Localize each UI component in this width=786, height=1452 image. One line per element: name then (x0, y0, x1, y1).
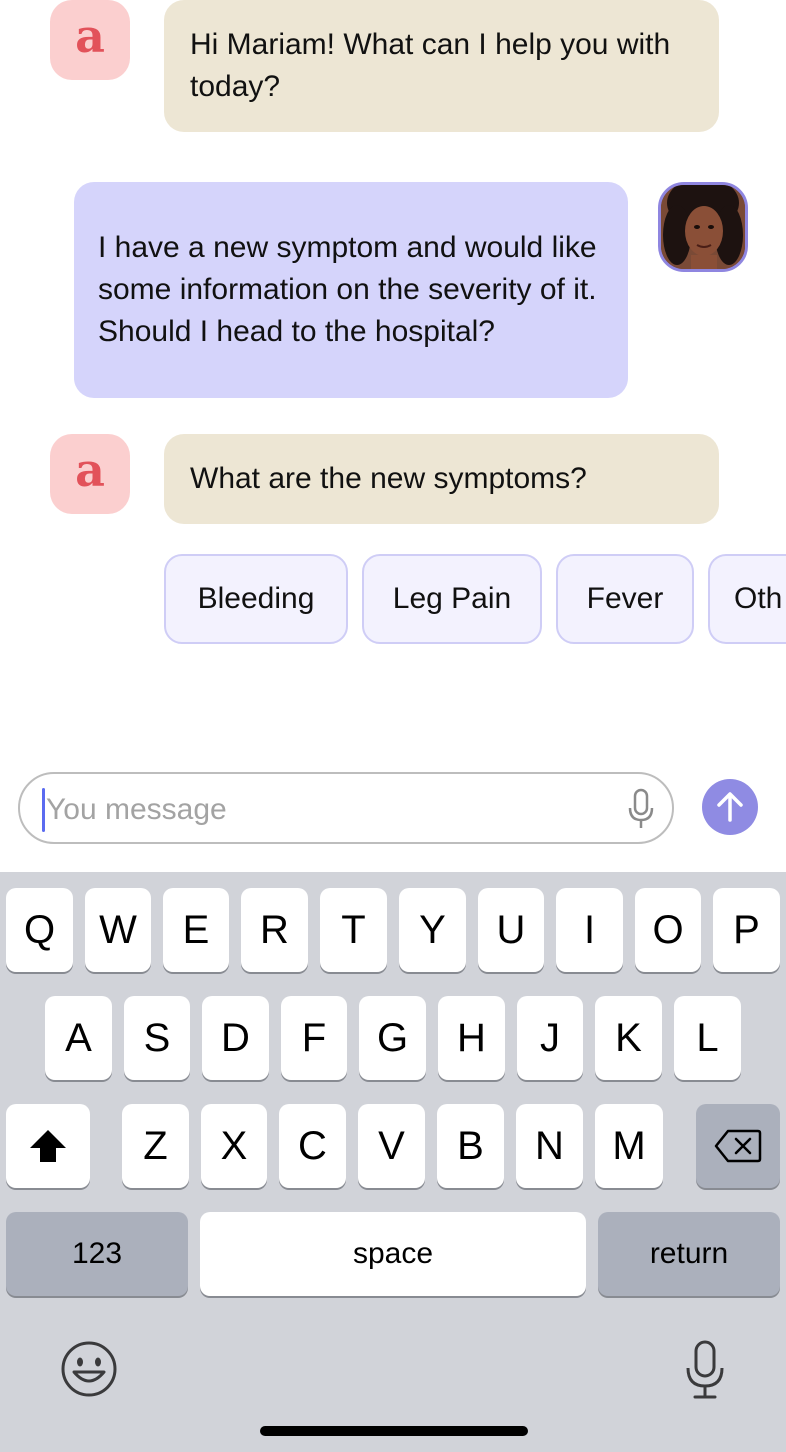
shift-icon (30, 1130, 66, 1162)
key-q[interactable]: Q (6, 888, 73, 972)
key-c[interactable]: C (279, 1104, 346, 1188)
key-label: F (301, 1015, 327, 1060)
key-a[interactable]: A (45, 996, 112, 1080)
key-label: H (457, 1015, 486, 1060)
key-label: U (496, 907, 526, 952)
space-key[interactable]: space (200, 1212, 586, 1296)
key-label: return (649, 1237, 729, 1270)
key-label: L (696, 1015, 719, 1060)
key-label: S (143, 1015, 171, 1060)
message-input-placeholder: You message (46, 793, 227, 826)
quick-reply-bleeding[interactable]: Bleeding (164, 554, 348, 644)
key-label: R (260, 907, 289, 952)
microphone-icon[interactable] (626, 788, 656, 830)
quick-reply-label: Fever (586, 582, 664, 615)
user-photo-icon (661, 185, 745, 269)
keyboard: Q W E R T Y U I O P A S D F G H J K L Z … (0, 872, 786, 1452)
numbers-key[interactable]: 123 (6, 1212, 188, 1296)
message-text: Hi Mariam! What can I help you with toda… (190, 28, 671, 103)
key-label: J (540, 1015, 560, 1060)
key-label: V (378, 1123, 405, 1168)
dictation-microphone-icon[interactable] (684, 1340, 726, 1400)
key-label: M (612, 1123, 646, 1168)
key-y[interactable]: Y (399, 888, 466, 972)
key-b[interactable]: B (437, 1104, 504, 1188)
key-label: O (652, 907, 684, 952)
user-avatar (658, 182, 748, 272)
key-label: Y (419, 907, 446, 952)
key-o[interactable]: O (635, 888, 701, 972)
key-j[interactable]: J (517, 996, 583, 1080)
emoji-icon[interactable] (60, 1340, 118, 1398)
delete-key[interactable] (696, 1104, 780, 1188)
quick-reply-label: Bleeding (197, 582, 315, 615)
key-label: X (220, 1123, 248, 1168)
key-label: I (583, 907, 596, 952)
key-label: T (341, 907, 366, 952)
key-g[interactable]: G (359, 996, 426, 1080)
quick-reply-other[interactable]: Oth (708, 554, 786, 644)
key-label: N (535, 1123, 564, 1168)
key-label: 123 (71, 1237, 123, 1270)
key-label: D (221, 1015, 250, 1060)
assistant-avatar: a (50, 434, 130, 514)
key-x[interactable]: X (201, 1104, 267, 1188)
key-f[interactable]: F (281, 996, 347, 1080)
message-text: What are the new symptoms? (190, 462, 587, 495)
assistant-message: Hi Mariam! What can I help you with toda… (164, 0, 719, 132)
quick-reply-label: Leg Pain (392, 582, 512, 615)
key-label: space (352, 1237, 434, 1270)
shift-key[interactable] (6, 1104, 90, 1188)
assistant-message: What are the new symptoms? (164, 434, 719, 524)
key-label: Z (143, 1123, 168, 1168)
key-e[interactable]: E (163, 888, 229, 972)
assistant-avatar-letter: a (75, 443, 105, 497)
key-p[interactable]: P (713, 888, 780, 972)
key-label: W (99, 907, 137, 952)
quick-reply-leg-pain[interactable]: Leg Pain (362, 554, 542, 644)
delete-icon (714, 1129, 762, 1163)
quick-reply-fever[interactable]: Fever (556, 554, 694, 644)
message-input[interactable]: You message (18, 772, 674, 844)
key-n[interactable]: N (516, 1104, 583, 1188)
key-s[interactable]: S (124, 996, 190, 1080)
key-label: K (615, 1015, 642, 1060)
key-label: B (457, 1123, 484, 1168)
key-label: P (733, 907, 760, 952)
arrow-up-icon (717, 792, 743, 822)
text-caret (42, 788, 45, 832)
user-message: I have a new symptom and would like some… (74, 182, 628, 398)
assistant-avatar: a (50, 0, 130, 80)
key-u[interactable]: U (478, 888, 544, 972)
key-d[interactable]: D (202, 996, 269, 1080)
key-z[interactable]: Z (122, 1104, 189, 1188)
key-label: G (376, 1015, 409, 1060)
key-label: Q (23, 907, 56, 952)
key-v[interactable]: V (358, 1104, 425, 1188)
key-w[interactable]: W (85, 888, 151, 972)
key-h[interactable]: H (438, 996, 505, 1080)
message-text: I have a new symptom and would like some… (98, 231, 597, 348)
key-l[interactable]: L (674, 996, 741, 1080)
key-label: C (298, 1123, 327, 1168)
home-indicator (260, 1426, 528, 1436)
key-m[interactable]: M (595, 1104, 663, 1188)
assistant-avatar-letter: a (75, 9, 105, 63)
key-i[interactable]: I (556, 888, 623, 972)
key-r[interactable]: R (241, 888, 308, 972)
key-k[interactable]: K (595, 996, 662, 1080)
return-key[interactable]: return (598, 1212, 780, 1296)
quick-reply-label: Oth (734, 582, 783, 615)
key-label: E (182, 907, 210, 952)
key-label: A (65, 1015, 92, 1060)
key-t[interactable]: T (320, 888, 387, 972)
send-button[interactable] (702, 779, 758, 835)
